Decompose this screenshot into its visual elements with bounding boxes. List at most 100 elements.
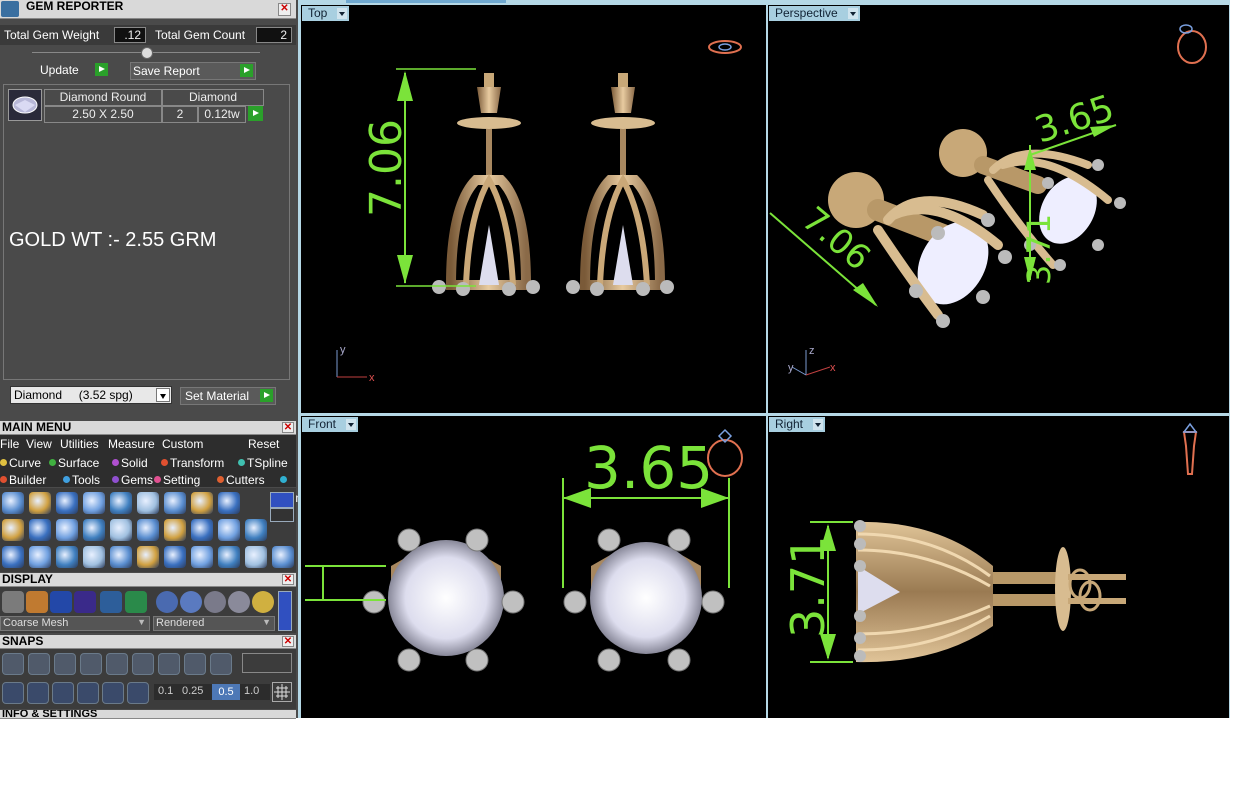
link-icon[interactable] [191,546,213,568]
tool-tab-tools[interactable]: Tools [63,471,100,489]
bezel-icon[interactable] [56,519,78,541]
ring-view-icon[interactable] [1177,24,1207,64]
total-gem-weight-field[interactable]: .12 [114,27,146,43]
snap-ruler-icon[interactable] [77,682,99,704]
tool-tab-transform[interactable]: Transform [161,454,224,472]
gem-lock-icon[interactable] [83,492,105,514]
snap-increment-0.25[interactable]: 0.25 [182,685,203,697]
splash-icon[interactable] [164,546,186,568]
gem-row-play-icon[interactable] [248,106,263,121]
channel-icon[interactable] [110,519,132,541]
tool-tab-setting[interactable]: Setting [154,471,200,489]
path-icon[interactable] [56,546,78,568]
snap-pen-icon[interactable] [52,682,74,704]
gem-marquise-icon[interactable] [137,492,159,514]
gold-ball-icon[interactable] [252,591,274,613]
gem-halo-icon[interactable] [164,519,186,541]
toolbar-mode-toggle[interactable] [270,508,294,522]
snap-increment-1.0[interactable]: 1.0 [244,685,259,697]
cubes-icon[interactable] [2,546,24,568]
gem-cluster-icon[interactable] [191,519,213,541]
snap-circle-icon[interactable] [158,653,180,675]
snap-increment-0.1[interactable]: 0.1 [158,685,173,697]
snap-cross-icon[interactable] [54,653,76,675]
diamond-icon[interactable] [29,519,51,541]
material-ball-icon[interactable] [180,591,202,613]
close-icon[interactable]: ✕ [282,422,294,433]
material-ball-icon[interactable] [156,591,178,613]
prong-icon[interactable] [83,519,105,541]
mirror-icon[interactable] [83,546,105,568]
cutter-icon[interactable] [191,492,213,514]
environment-icon[interactable] [100,591,122,613]
ring-view-icon[interactable] [1182,422,1198,475]
close-icon[interactable]: ✕ [282,574,294,585]
snap-increment-0.5-selected[interactable]: 0.5 [212,684,240,700]
snap-end-icon[interactable] [106,653,128,675]
grid-view-icon[interactable] [125,591,147,613]
viewport-top[interactable]: Top 7.06 y x [301,5,766,413]
menu-measure[interactable]: Measure [108,437,155,451]
ring-tool-icon[interactable] [2,519,24,541]
menu-custom[interactable]: Custom [162,437,203,451]
rotate-icon[interactable] [137,546,159,568]
snap-center-icon[interactable] [132,653,154,675]
collapse-handle-icon[interactable] [141,47,153,59]
viewport-perspective[interactable]: Perspective 3.65 7.06 3.71 z y x [768,5,1229,413]
ring-outline-icon[interactable] [272,546,294,568]
gem-lock-icon[interactable] [56,492,78,514]
close-icon[interactable]: ✕ [278,3,291,16]
toolbar-mode-toggle[interactable] [270,492,294,508]
diamond-thumbnail-icon[interactable] [8,89,42,121]
arc-icon[interactable] [29,546,51,568]
tool-tab-tspline[interactable]: TSpline [238,454,288,472]
viewport-front[interactable]: Front 3.65 [301,416,766,718]
snap-box-icon[interactable] [27,682,49,704]
snap-angle-icon[interactable] [102,682,124,704]
menu-reset[interactable]: Reset [248,437,279,451]
snap-point-icon[interactable] [80,653,102,675]
split-icon[interactable] [218,546,240,568]
total-gem-count-field[interactable]: 2 [256,27,292,43]
render-select[interactable]: Rendered ▼ [153,616,275,631]
set-material-button[interactable]: Set Material [180,387,276,405]
snap-grid-icon[interactable] [272,682,292,702]
mesh-select[interactable]: Coarse Mesh ▼ [0,616,150,631]
save-report-button[interactable]: Save Report [130,62,256,80]
pave-icon[interactable] [110,492,132,514]
gem-flower-icon[interactable] [218,492,240,514]
report-icon[interactable] [218,519,240,541]
sphere-shaded-icon[interactable] [50,591,72,613]
gem-chain-icon[interactable] [245,519,267,541]
material-ball-icon[interactable] [228,591,250,613]
snap-curve-icon[interactable] [28,653,50,675]
snap-grid-point-icon[interactable] [2,653,24,675]
viewport-right[interactable]: Right 3.71 [768,416,1229,718]
wireframe-icon[interactable] [2,591,24,613]
update-button[interactable]: Update [38,62,110,80]
tool-tab-cutters[interactable]: Cutters [217,471,265,489]
tool-tab-builder[interactable]: Builder [0,471,46,489]
menu-file[interactable]: File [0,437,19,451]
menu-view[interactable]: View [26,437,52,451]
snap-move-icon[interactable] [127,682,149,704]
menu-utilities[interactable]: Utilities [60,437,99,451]
snap-plane-icon[interactable] [2,682,24,704]
scissors-icon[interactable] [245,546,267,568]
material-select[interactable]: Diamond (3.52 spg) [10,386,172,404]
ring-view-icon[interactable] [708,40,742,54]
snap-line-icon[interactable] [210,653,232,675]
gem-lock-icon[interactable] [29,492,51,514]
curve-tool-icon[interactable] [2,492,24,514]
display-scroll-handle[interactable] [278,591,292,631]
move-icon[interactable] [110,546,132,568]
close-icon[interactable]: ✕ [282,636,294,647]
gem-round-icon[interactable] [164,492,186,514]
snap-frame-icon[interactable] [242,653,292,673]
snap-midline-icon[interactable] [184,653,206,675]
pen-icon[interactable] [137,519,159,541]
tool-tab-curve[interactable]: Curve [0,454,41,472]
hand-icon[interactable] [26,591,48,613]
sphere-rendered-icon[interactable] [74,591,96,613]
tool-tab-solid[interactable]: Solid [112,454,148,472]
